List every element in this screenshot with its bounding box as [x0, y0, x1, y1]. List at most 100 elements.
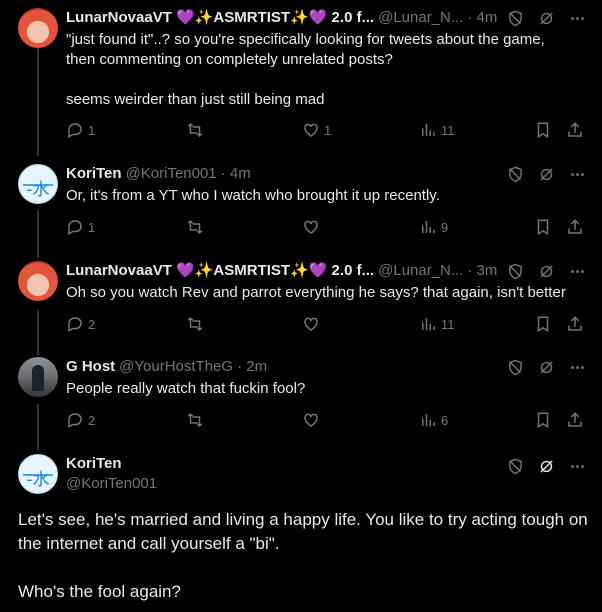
share-button[interactable] — [566, 411, 584, 429]
grok-icon[interactable] — [538, 166, 555, 183]
thread-line — [37, 404, 39, 450]
reply-icon — [68, 220, 82, 236]
mute-shield-icon[interactable] — [507, 263, 524, 280]
share-icon — [568, 219, 582, 234]
display-name[interactable]: KoriTen — [66, 454, 122, 474]
repost-icon — [187, 122, 203, 138]
grok-icon[interactable] — [538, 359, 555, 376]
reply-button[interactable]: 2 — [66, 411, 95, 429]
view-count: 11 — [441, 122, 455, 138]
display-name[interactable]: LunarNovaaVT 💜✨ASMRTIST✨💜 2.0 f... — [66, 261, 374, 281]
user-handle[interactable]: @KoriTen001 — [66, 474, 157, 494]
mute-shield-icon[interactable] — [507, 166, 524, 183]
repost-icon — [187, 316, 203, 332]
avatar[interactable]: -水卜 — [18, 454, 58, 494]
avatar[interactable]: -水卜 — [18, 164, 58, 204]
view-count: 6 — [441, 412, 449, 428]
heart-icon — [304, 413, 318, 427]
thread-line — [37, 310, 39, 355]
bookmark-icon — [537, 219, 549, 236]
timestamp[interactable]: · 2m — [237, 357, 267, 377]
reply-count: 2 — [88, 412, 96, 428]
like-count: 1 — [324, 122, 332, 138]
repost-icon — [187, 219, 203, 235]
views-button[interactable]: 9 — [419, 218, 448, 236]
user-handle[interactable]: @KoriTen001 — [126, 164, 217, 184]
views-icon — [422, 414, 435, 426]
share-icon — [568, 122, 582, 137]
repost-button[interactable] — [186, 121, 204, 139]
display-name[interactable]: KoriTen — [66, 164, 122, 184]
reply-count: 1 — [88, 122, 96, 138]
views-icon — [422, 124, 435, 136]
like-button[interactable] — [302, 411, 320, 429]
grok-icon[interactable] — [538, 458, 555, 475]
timestamp[interactable]: · 4m — [467, 8, 497, 28]
bookmark-icon — [537, 412, 549, 429]
like-button[interactable] — [302, 218, 320, 236]
bookmark-icon — [537, 122, 549, 139]
avatar[interactable] — [18, 357, 58, 397]
display-name[interactable]: G Host — [66, 357, 115, 377]
share-button[interactable] — [566, 218, 584, 236]
user-handle[interactable]: @Lunar_N... — [378, 261, 463, 281]
avatar[interactable] — [18, 8, 58, 48]
mute-shield-icon[interactable] — [507, 458, 524, 475]
repost-button[interactable] — [186, 315, 204, 333]
thread-line — [37, 210, 39, 258]
more-icon[interactable] — [569, 359, 586, 376]
share-icon — [568, 316, 582, 331]
views-button[interactable]: 6 — [419, 411, 448, 429]
tweet-text: People really watch that fuckin fool? — [66, 380, 306, 397]
more-icon[interactable] — [569, 263, 586, 280]
heart-icon — [304, 220, 318, 234]
user-handle[interactable]: @Lunar_N... — [378, 8, 463, 28]
tweet-text: Or, it's from a YT who I watch who broug… — [66, 187, 440, 204]
bookmark-button[interactable] — [534, 218, 552, 236]
reply-count: 1 — [88, 219, 96, 235]
avatar[interactable] — [18, 261, 58, 301]
main-tweet-text: Let's see, he's married and living a hap… — [18, 510, 588, 601]
view-count: 9 — [441, 219, 449, 235]
bookmark-button[interactable] — [534, 411, 552, 429]
timestamp[interactable]: · 4m — [221, 164, 251, 184]
mute-shield-icon[interactable] — [507, 359, 524, 376]
share-button[interactable] — [566, 121, 584, 139]
share-button[interactable] — [566, 315, 584, 333]
grok-icon[interactable] — [538, 10, 555, 27]
reply-icon — [68, 413, 82, 429]
timestamp[interactable]: · 3m — [467, 261, 497, 281]
grok-icon[interactable] — [538, 263, 555, 280]
mute-shield-icon[interactable] — [507, 10, 524, 27]
reply-icon — [68, 123, 82, 139]
views-button[interactable]: 11 — [419, 121, 455, 139]
reply-button[interactable]: 2 — [66, 315, 95, 333]
reply-button[interactable]: 1 — [66, 218, 95, 236]
reply-count: 2 — [88, 316, 96, 332]
views-button[interactable]: 11 — [419, 315, 455, 333]
repost-button[interactable] — [186, 218, 204, 236]
heart-icon — [304, 123, 318, 137]
bookmark-button[interactable] — [534, 315, 552, 333]
repost-button[interactable] — [186, 411, 204, 429]
bookmark-icon — [537, 316, 549, 333]
bookmark-button[interactable] — [534, 121, 552, 139]
avatar-glyph: -水卜 — [26, 470, 50, 490]
share-icon — [568, 412, 582, 427]
more-icon[interactable] — [569, 166, 586, 183]
more-icon[interactable] — [569, 458, 586, 475]
views-icon — [422, 318, 435, 330]
reply-icon — [68, 317, 82, 333]
user-handle[interactable]: @YourHostTheG — [119, 357, 233, 377]
views-icon — [422, 221, 435, 233]
like-button[interactable]: 1 — [302, 121, 331, 139]
view-count: 11 — [441, 316, 455, 332]
repost-icon — [187, 412, 203, 428]
display-name[interactable]: LunarNovaaVT 💜✨ASMRTIST✨💜 2.0 f... — [66, 8, 374, 28]
more-icon[interactable] — [569, 10, 586, 27]
tweet-text: Oh so you watch Rev and parrot everythin… — [66, 284, 566, 301]
tweet-text: "just found it"..? so you're specificall… — [66, 31, 545, 108]
reply-button[interactable]: 1 — [66, 121, 95, 139]
heart-icon — [304, 317, 318, 331]
like-button[interactable] — [302, 315, 320, 333]
